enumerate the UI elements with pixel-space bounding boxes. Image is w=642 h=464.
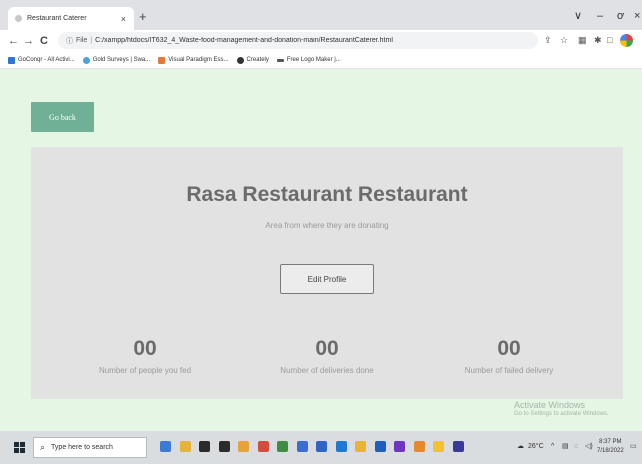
tab-search-icon[interactable]: ∨ [574, 9, 582, 23]
pinned-app-icon[interactable] [433, 441, 444, 452]
pinned-app-icon[interactable] [179, 441, 191, 452]
url-text[interactable]: C:/xampp/htdocs/IT632_4_Waste-food-manag… [95, 37, 393, 44]
bookmark-label: GoConqr - All Activi... [18, 57, 75, 63]
bookmark-label: Gold Surveys | Swa... [92, 57, 151, 63]
logo-maker-icon [276, 58, 284, 62]
pinned-app-icon[interactable] [452, 441, 464, 452]
browser-toolbar: ← → C ⓘ File | C:/xampp/htdocs/IT632_4_W… [0, 30, 642, 52]
extension-icon[interactable]: ▦ [578, 34, 587, 47]
stat-value: 00 [315, 337, 339, 360]
bookmark-creately[interactable]: Creately [236, 56, 269, 64]
watermark-title: Activate Windows [514, 400, 586, 410]
network-icon[interactable]: ▤ [562, 441, 569, 453]
gold-surveys-icon [82, 56, 90, 64]
goconqr-icon [8, 56, 15, 64]
share-icon[interactable]: ⇪ [544, 34, 552, 47]
stat-value: 00 [133, 337, 157, 360]
tab-title: Restaurant Caterer [27, 15, 87, 22]
pinned-app-icon[interactable] [394, 441, 405, 452]
address-bar[interactable]: ⓘ File | C:/xampp/htdocs/IT632_4_Waste-f… [58, 32, 538, 49]
windows-start-icon[interactable] [14, 442, 25, 453]
back-icon[interactable]: ← [8, 33, 19, 49]
search-placeholder: Type here to search [51, 444, 113, 451]
bookmark-goconqr[interactable]: GoConqr - All Activi... [8, 56, 75, 64]
page-favicon-icon [15, 15, 22, 22]
creately-icon [236, 56, 244, 64]
tab-close-icon[interactable]: × [121, 14, 126, 24]
new-tab-icon[interactable]: + [139, 9, 147, 25]
bookmark-visual-paradigm[interactable]: Visual Paradigm Ess... [158, 56, 229, 64]
star-icon[interactable]: ☆ [560, 34, 568, 47]
puzzle-icon[interactable]: ✱ [594, 34, 602, 47]
pinned-app-icon[interactable] [218, 441, 230, 452]
stat-value: 00 [497, 337, 521, 360]
stat-label: Number of failed delivery [464, 366, 554, 375]
bookmark-logo-maker[interactable]: Free Logo Maker |... [276, 57, 341, 63]
search-icon: ⌕ [40, 442, 46, 452]
pinned-app-icon[interactable] [238, 441, 249, 452]
volume-icon[interactable]: ◁) [585, 441, 593, 453]
tray-overflow-icon[interactable]: ^ [551, 441, 554, 453]
pinned-app-icon[interactable] [277, 441, 288, 452]
weather-temp[interactable]: 26°C [528, 441, 544, 453]
stat-failed-delivery: 00 Number of failed delivery [419, 337, 599, 375]
pinned-app-icon[interactable] [296, 441, 308, 452]
address-separator: | [90, 37, 93, 44]
stat-label: Number of deliveries done [280, 366, 374, 375]
bookmarks-bar: GoConqr - All Activi... Gold Surveys | S… [0, 52, 642, 69]
pinned-app-icon[interactable] [374, 441, 386, 452]
bookmark-label: Creately [246, 57, 269, 63]
stat-label: Number of people you fed [98, 366, 192, 375]
restaurant-name: Rasa Restaurant Restaurant [186, 183, 468, 206]
browser-tab-strip: Restaurant Caterer × + ∨ – ơ × [0, 0, 642, 30]
windows-taskbar: ⌕ Type here to search ☁ 26°C ^ ▤ ◌ ◁) 8:… [0, 431, 642, 464]
close-window-icon[interactable]: × [634, 9, 640, 23]
pinned-app-icon[interactable] [335, 441, 347, 452]
bookmark-label: Free Logo Maker |... [286, 57, 341, 63]
pinned-app-icon[interactable] [199, 441, 210, 452]
taskbar-search-box[interactable]: ⌕ Type here to search [33, 437, 147, 458]
pinned-app-icon[interactable] [257, 441, 269, 452]
taskbar-clock[interactable]: 8:37 PM 7/18/2022 [597, 438, 624, 456]
maximize-icon[interactable]: ơ [617, 9, 624, 23]
pinned-app-icon[interactable] [355, 441, 366, 452]
visual-paradigm-icon [158, 56, 166, 64]
site-info-icon[interactable]: ⓘ [66, 36, 73, 46]
pinned-app-icon[interactable] [316, 441, 327, 452]
pinned-app-icon[interactable] [413, 441, 425, 452]
go-back-button[interactable]: Go back [31, 102, 94, 132]
edit-profile-button[interactable]: Edit Profile [280, 264, 374, 294]
watermark-subtitle: Go to Settings to activate Windows. [514, 410, 609, 417]
profile-icon[interactable] [620, 34, 633, 47]
weather-icon[interactable]: ☁ [517, 441, 524, 453]
restaurant-profile-card: Rasa Restaurant Restaurant Area from whe… [31, 147, 623, 399]
bookmark-gold-surveys[interactable]: Gold Surveys | Swa... [82, 56, 151, 64]
stat-deliveries-done: 00 Number of deliveries done [237, 337, 417, 375]
reload-icon[interactable]: C [40, 33, 48, 49]
minimize-icon[interactable]: – [597, 9, 603, 23]
wifi-icon[interactable]: ◌ [574, 441, 578, 453]
donation-area-text: Area from where they are donating [265, 221, 389, 230]
stat-people-fed: 00 Number of people you fed [55, 337, 235, 375]
page-content: Go back Rasa Restaurant Restaurant Area … [0, 69, 642, 431]
activate-windows-watermark: Activate Windows Go to Settings to activ… [514, 400, 609, 418]
scheme-label: File [76, 37, 88, 44]
notifications-icon[interactable]: ▭ [630, 441, 637, 453]
bookmark-label: Visual Paradigm Ess... [168, 57, 229, 63]
sidebar-icon[interactable]: □ [607, 34, 612, 47]
pinned-app-icon[interactable] [160, 441, 171, 452]
forward-icon[interactable]: → [23, 33, 34, 49]
tab-restaurant-caterer[interactable]: Restaurant Caterer × [8, 7, 134, 30]
clock-time: 8:37 PM [599, 439, 622, 445]
clock-date: 7/18/2022 [597, 448, 624, 454]
